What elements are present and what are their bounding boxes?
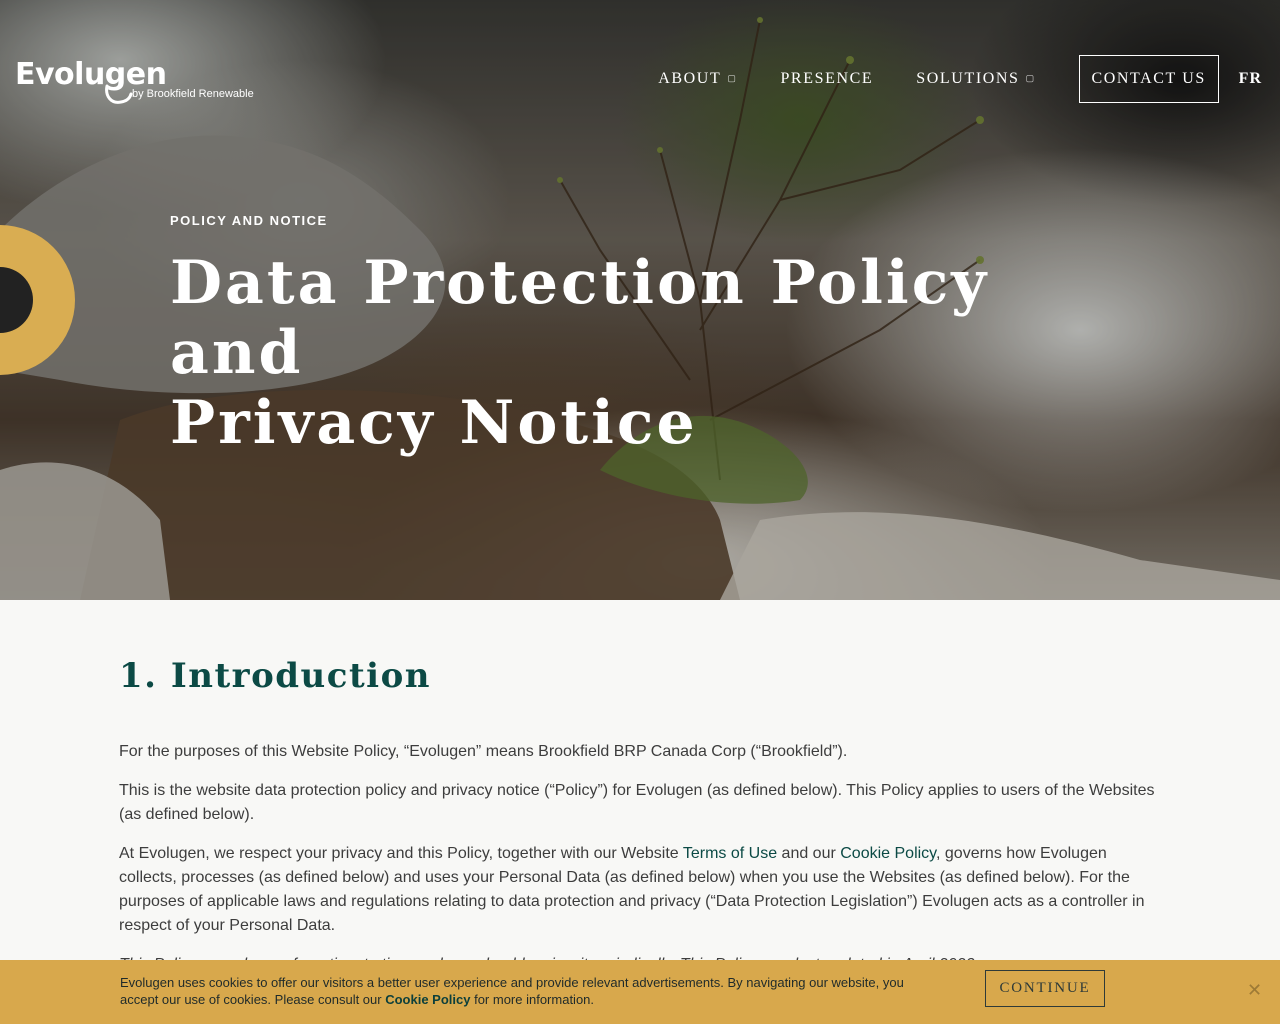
close-icon[interactable]: ✕	[1247, 980, 1262, 1001]
main-navigation: ABOUT ▢ PRESENCE SOLUTIONS ▢ CONTACT US FR	[658, 55, 1280, 103]
logo-wordmark: Evolugen	[15, 57, 167, 92]
paragraph-governance-text-b: and our	[777, 845, 841, 862]
hero-eyebrow: POLICY AND NOTICE	[170, 213, 328, 228]
paragraph-governance: At Evolugen, we respect your privacy and…	[119, 842, 1161, 938]
cookie-continue-button[interactable]: CONTINUE	[985, 970, 1105, 1007]
page-title-line1: Data Protection Policy and	[170, 248, 990, 388]
language-switch-fr[interactable]: FR	[1239, 70, 1262, 88]
page-title-line2: Privacy Notice	[170, 388, 698, 458]
cookie-consent-bar: Evolugen uses cookies to offer our visit…	[0, 960, 1280, 1024]
paragraph-definition: For the purposes of this Website Policy,…	[119, 743, 848, 760]
logo-subtitle: by Brookfield Renewable	[132, 88, 254, 100]
page-title: Data Protection Policy and Privacy Notic…	[170, 248, 1070, 458]
terms-of-use-link[interactable]: Terms of Use	[683, 845, 777, 862]
hero-banner: Evolugen by Brookfield Renewable ABOUT ▢ …	[0, 0, 1280, 600]
chevron-down-icon: ▢	[727, 73, 738, 83]
evolugen-logo[interactable]: Evolugen by Brookfield Renewable	[15, 57, 254, 104]
cookie-bar-policy-link[interactable]: Cookie Policy	[385, 992, 470, 1007]
nav-presence-label: PRESENCE	[780, 70, 874, 87]
cookie-message-text-b: for more information.	[470, 992, 595, 1007]
contact-us-button[interactable]: CONTACT US	[1078, 55, 1219, 103]
nav-presence[interactable]: PRESENCE	[780, 70, 873, 88]
section-heading-introduction: 1. Introduction	[119, 656, 431, 696]
policy-content: 1. Introduction For the purposes of this…	[119, 650, 1161, 992]
nav-about[interactable]: ABOUT ▢	[658, 70, 737, 88]
nav-about-label: ABOUT	[658, 70, 722, 87]
nav-solutions[interactable]: SOLUTIONS ▢	[916, 70, 1035, 88]
paragraph-governance-text-a: At Evolugen, we respect your privacy and…	[119, 845, 683, 862]
logo-swoosh-icon	[105, 84, 133, 104]
nav-solutions-label: SOLUTIONS	[916, 70, 1020, 87]
chevron-down-icon: ▢	[1025, 73, 1036, 83]
cookie-message: Evolugen uses cookies to offer our visit…	[120, 974, 940, 1008]
cookie-policy-link[interactable]: Cookie Policy	[840, 845, 936, 862]
paragraph-scope: This is the website data protection poli…	[119, 782, 1155, 823]
